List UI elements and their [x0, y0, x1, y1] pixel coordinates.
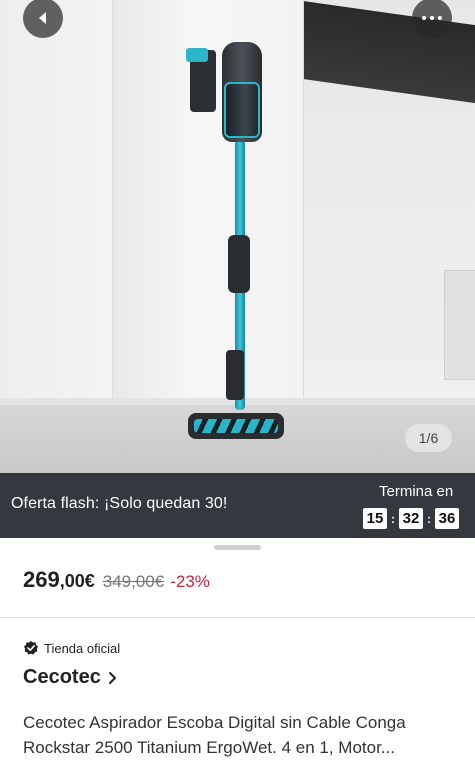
official-store-label: Tienda oficial [44, 640, 121, 656]
countdown-seconds: 36 [435, 508, 459, 529]
countdown-timer: 15 : 32 : 36 [363, 508, 459, 529]
current-price-integer: 269 [23, 567, 60, 592]
chevron-left-icon [39, 12, 46, 24]
sheet-drag-handle[interactable] [214, 545, 261, 550]
flash-offer-text: Oferta flash: ¡Solo quedan 30! [11, 495, 228, 512]
vacuum-dust-bin [224, 82, 260, 138]
divider [0, 617, 475, 618]
price-row: 269 ,00€ 349,00€ -23% [23, 567, 210, 593]
current-price-decimal: ,00€ [59, 571, 95, 591]
more-horizontal-icon [422, 16, 442, 20]
flash-offer-banner: Oferta flash: ¡Solo quedan 30! Termina e… [0, 473, 475, 538]
product-title: Cecotec Aspirador Escoba Digital sin Cab… [23, 713, 406, 757]
official-store-badge: Tienda oficial [23, 640, 120, 656]
original-price: 349,00€ [102, 572, 165, 591]
countdown-hours: 15 [363, 508, 387, 529]
chevron-right-icon [108, 671, 116, 684]
countdown-minutes: 32 [399, 508, 423, 529]
vacuum-brush-head [188, 413, 284, 439]
countdown-label: Termina en [379, 483, 454, 500]
discount-badge: -23% [170, 572, 210, 591]
verified-badge-icon [24, 641, 38, 655]
countdown-separator: : [427, 511, 431, 526]
image-counter: 1/6 [405, 424, 452, 452]
brand-link[interactable]: Cecotec [23, 666, 117, 689]
countdown-separator: : [391, 511, 395, 526]
product-image-gallery[interactable]: 1/6 [0, 0, 475, 473]
brand-name: Cecotec [23, 666, 101, 688]
